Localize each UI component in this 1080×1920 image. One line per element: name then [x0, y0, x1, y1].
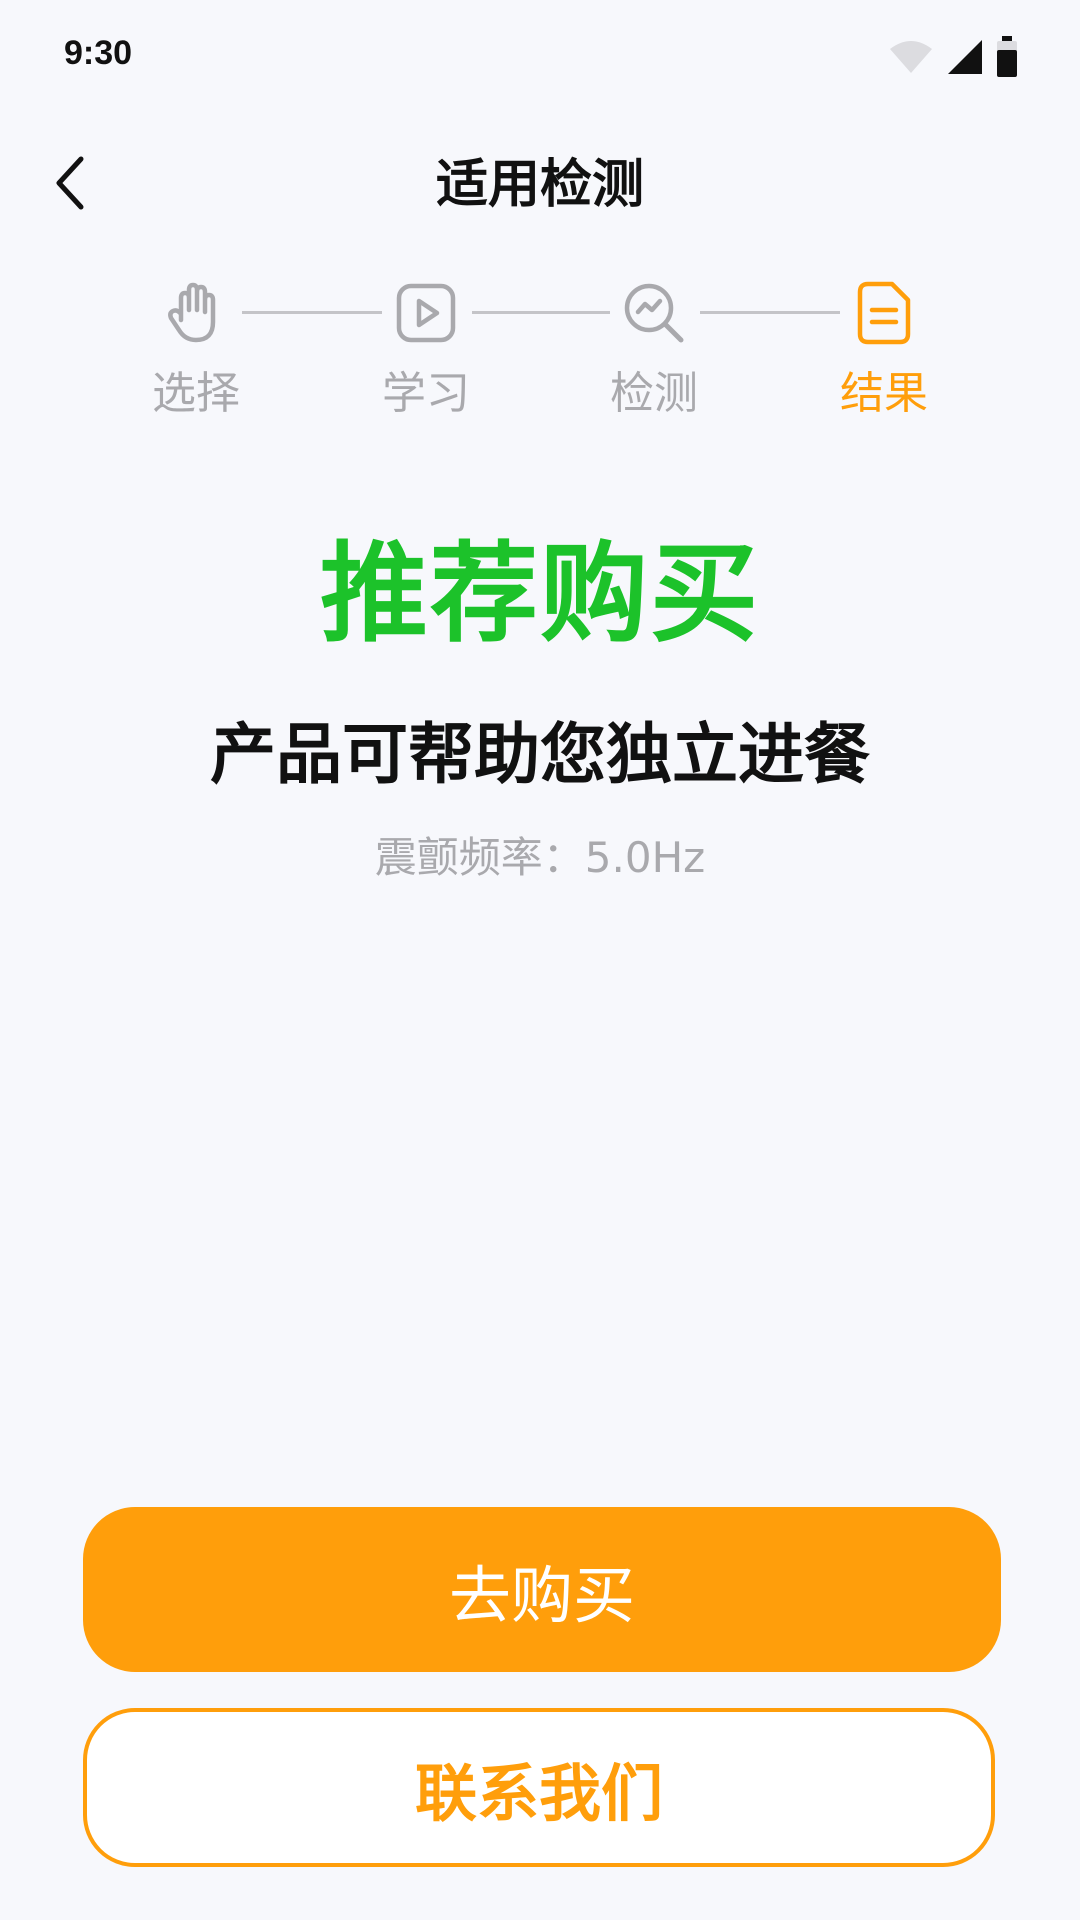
- step-label: 学习: [382, 368, 470, 419]
- status-icons: [888, 36, 1018, 82]
- result-title: 推荐购买: [319, 532, 760, 657]
- status-bar: 9:30: [0, 0, 1080, 110]
- hand-icon: [161, 278, 231, 348]
- step-select[interactable]: 选择: [126, 270, 266, 422]
- buy-button[interactable]: 去购买: [83, 1507, 1001, 1672]
- search-chart-icon: [619, 278, 689, 348]
- step-label: 结果: [840, 368, 928, 419]
- contact-us-button[interactable]: 联系我们: [83, 1708, 995, 1867]
- play-icon: [391, 278, 461, 348]
- stepper: 选择 学习 检测 结果: [0, 270, 1080, 430]
- battery-icon: [996, 36, 1018, 82]
- step-label: 选择: [152, 368, 240, 419]
- page-title: 适用检测: [435, 155, 644, 215]
- wifi-icon: [888, 39, 934, 79]
- status-time: 9:30: [64, 34, 133, 72]
- step-label: 检测: [610, 368, 698, 419]
- step-result[interactable]: 结果: [814, 270, 954, 422]
- header: 适用检测: [0, 120, 1080, 250]
- result-subtitle: 产品可帮助您独立进餐: [210, 716, 870, 793]
- tremor-frequency-text: 震颤频率：5.0Hz: [374, 833, 706, 882]
- document-icon: [849, 278, 919, 348]
- step-detect[interactable]: 检测: [584, 270, 724, 422]
- step-learn[interactable]: 学习: [356, 270, 496, 422]
- cellular-signal-icon: [946, 38, 984, 80]
